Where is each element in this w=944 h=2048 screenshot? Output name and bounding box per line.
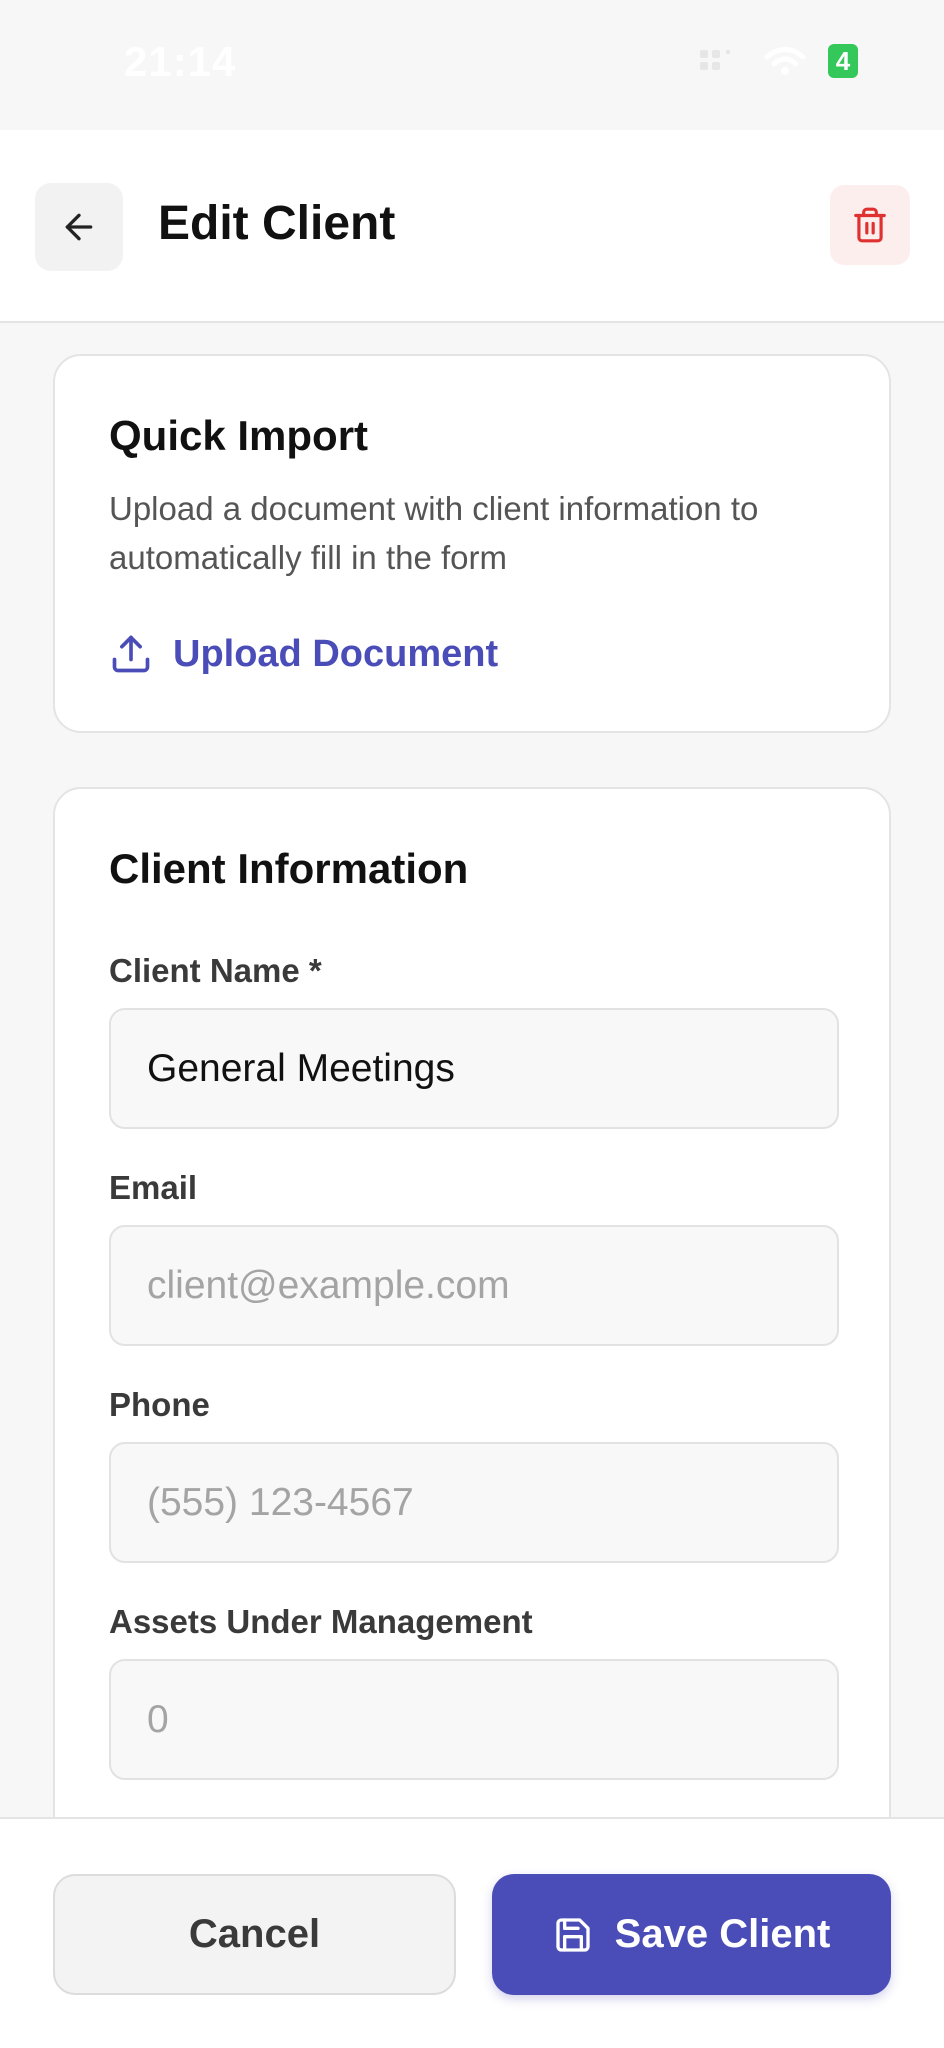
header: Edit Client	[0, 130, 944, 323]
page-title: Edit Client	[158, 197, 396, 250]
upload-document-label: Upload Document	[173, 632, 499, 675]
quick-import-description: Upload a document with client informatio…	[109, 490, 759, 576]
status-icons: 4	[698, 44, 858, 78]
signal-icon	[700, 50, 730, 70]
delete-button[interactable]	[830, 185, 910, 265]
phone-label: Phone	[109, 1386, 210, 1423]
cancel-label: Cancel	[188, 1912, 321, 1956]
aum-field[interactable]	[109, 1659, 839, 1780]
cancel-button[interactable]: Cancel	[53, 1874, 456, 1995]
phone-field[interactable]	[109, 1442, 839, 1563]
save-client-button[interactable]: Save Client	[492, 1874, 891, 1995]
email-label: Email	[109, 1169, 198, 1206]
upload-document-button[interactable]: Upload Document	[109, 632, 498, 676]
upload-icon	[112, 635, 150, 673]
client-information-card: Client Information Client Name * Email P…	[53, 787, 891, 1887]
save-icon	[556, 1917, 590, 1952]
arrow-left-icon	[65, 213, 93, 241]
save-client-label: Save Client	[614, 1912, 831, 1956]
battery-icon: 4	[828, 44, 858, 78]
status-time: 21:14	[124, 38, 237, 85]
client-information-title: Client Information	[109, 845, 469, 892]
client-name-label: Client Name *	[109, 952, 322, 989]
status-bar: 21:14 4	[0, 0, 944, 130]
aum-label: Assets Under Management	[109, 1603, 533, 1640]
wifi-icon	[764, 47, 806, 75]
bottom-action-bar: Cancel Save Client	[0, 1817, 944, 2048]
client-name-input[interactable]	[109, 1008, 839, 1129]
back-button[interactable]	[35, 183, 123, 271]
email-field[interactable]	[109, 1225, 839, 1346]
trash-icon	[854, 207, 886, 243]
quick-import-title: Quick Import	[109, 412, 369, 459]
quick-import-card: Quick Import Upload a document with clie…	[53, 354, 891, 733]
